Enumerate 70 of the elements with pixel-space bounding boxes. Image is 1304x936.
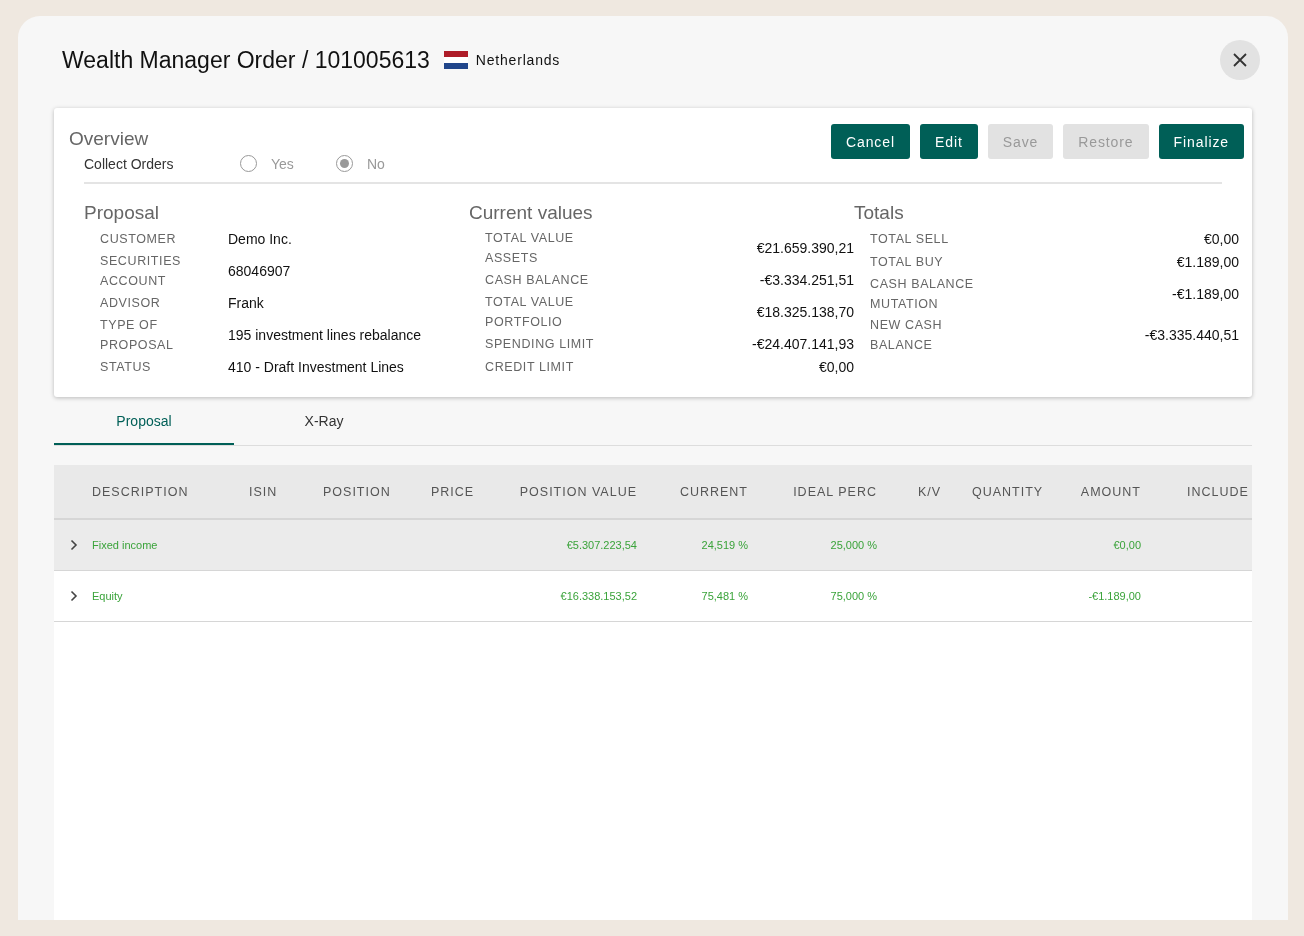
flag-icon <box>443 51 468 69</box>
amount-value: €1.189,00 <box>1175 254 1239 270</box>
column-header: IDEAL PERC <box>792 484 877 499</box>
column-header: POSITION VALUE <box>518 484 637 499</box>
table-cell-text: 75,000 % <box>829 590 877 602</box>
column-header: PRICE <box>431 484 476 499</box>
section-heading: Proposal <box>84 202 160 224</box>
field-label: TOTAL SELL <box>870 231 950 248</box>
amount-value: -€24.407.141,93 <box>751 336 854 352</box>
window-title: Wealth Manager Order / 101005613 <box>62 46 430 74</box>
section-title: Overview <box>69 128 149 150</box>
amount-value: €0,00 <box>1202 231 1239 247</box>
table-cell-text: Fixed income <box>92 539 159 551</box>
column-header: QUANTITY <box>972 484 1045 499</box>
field-label: SPENDING LIMIT <box>485 336 595 353</box>
table-row[interactable]: Equity €16.338.153,52 75,481 % 75,000 % -€1.189,00 <box>54 571 1252 622</box>
field-label: CASH BALANCE MUTATION <box>870 276 975 313</box>
field-value: 410 - Draft Investment Lines <box>228 359 404 375</box>
amount-value: €18.325.138,70 <box>755 304 854 320</box>
table-cell-text: -€1.189,00 <box>1087 590 1142 602</box>
tab[interactable]: Proposal <box>54 399 234 445</box>
amount-value: €21.659.390,21 <box>755 240 854 256</box>
table-cell-text: 24,519 % <box>700 539 748 551</box>
amount-value: -€3.334.251,51 <box>758 272 854 288</box>
field-label: NEW CASH BALANCE <box>870 317 944 354</box>
close-button[interactable] <box>1220 40 1260 80</box>
country-label: Netherlands <box>475 52 561 68</box>
chevron-icon[interactable] <box>70 539 78 551</box>
field-label: TYPE OF PROPOSAL <box>100 317 175 354</box>
field-value: Demo Inc. <box>228 231 292 247</box>
field-label: STATUS <box>100 359 153 376</box>
column-header: INCLUDE <box>1187 484 1250 499</box>
amount-value: -€3.335.440,51 <box>1143 327 1239 343</box>
section-heading: Totals <box>854 202 905 224</box>
table-cell-text: €16.338.153,52 <box>559 590 637 602</box>
action-button[interactable]: Cancel <box>831 124 910 159</box>
field-label: TOTAL VALUE PORTFOLIO <box>485 294 575 331</box>
field-label: CREDIT LIMIT <box>485 359 575 376</box>
section-heading: Current values <box>469 202 594 224</box>
field-label: CUSTOMER <box>100 231 178 248</box>
field-label: Collect Orders <box>84 155 175 172</box>
amount-value: €0,00 <box>817 359 854 375</box>
chevron-icon[interactable] <box>70 590 78 602</box>
column-header: AMOUNT <box>1079 484 1142 499</box>
field-label: TOTAL VALUE ASSETS <box>485 230 575 267</box>
radio-option[interactable]: No <box>336 155 432 172</box>
table-cell-text: Equity <box>92 590 124 602</box>
tab[interactable]: X-Ray <box>234 399 414 445</box>
table-row[interactable]: Fixed income €5.307.223,54 24,519 % 25,000 % €0,00 <box>54 520 1252 571</box>
field-value: Frank <box>228 295 264 311</box>
table-cell-text: 25,000 % <box>829 539 877 551</box>
column-header: K/V <box>917 484 943 499</box>
column-header: ISIN <box>249 484 279 499</box>
column-header: CURRENT <box>678 484 748 499</box>
field-label: SECURITIES ACCOUNT <box>100 253 182 290</box>
field-label: TOTAL BUY <box>870 254 945 271</box>
amount-value: -€1.189,00 <box>1171 286 1239 302</box>
action-button[interactable]: Finalize <box>1158 124 1244 159</box>
field-value: 68046907 <box>228 263 291 279</box>
column-header: POSITION <box>323 484 392 499</box>
field-label: CASH BALANCE <box>485 272 590 289</box>
table-cell-text: 75,481 % <box>700 590 748 602</box>
close-icon <box>1232 52 1248 68</box>
field-value: 195 investment lines rebalance <box>228 327 421 343</box>
action-button[interactable]: Edit <box>919 124 978 159</box>
column-header: DESCRIPTION <box>92 484 190 499</box>
table-cell-text: €5.307.223,54 <box>565 539 637 551</box>
radio-option[interactable]: Yes <box>240 155 336 172</box>
field-label: ADVISOR <box>100 295 162 312</box>
table-cell-text: €0,00 <box>1112 539 1142 551</box>
